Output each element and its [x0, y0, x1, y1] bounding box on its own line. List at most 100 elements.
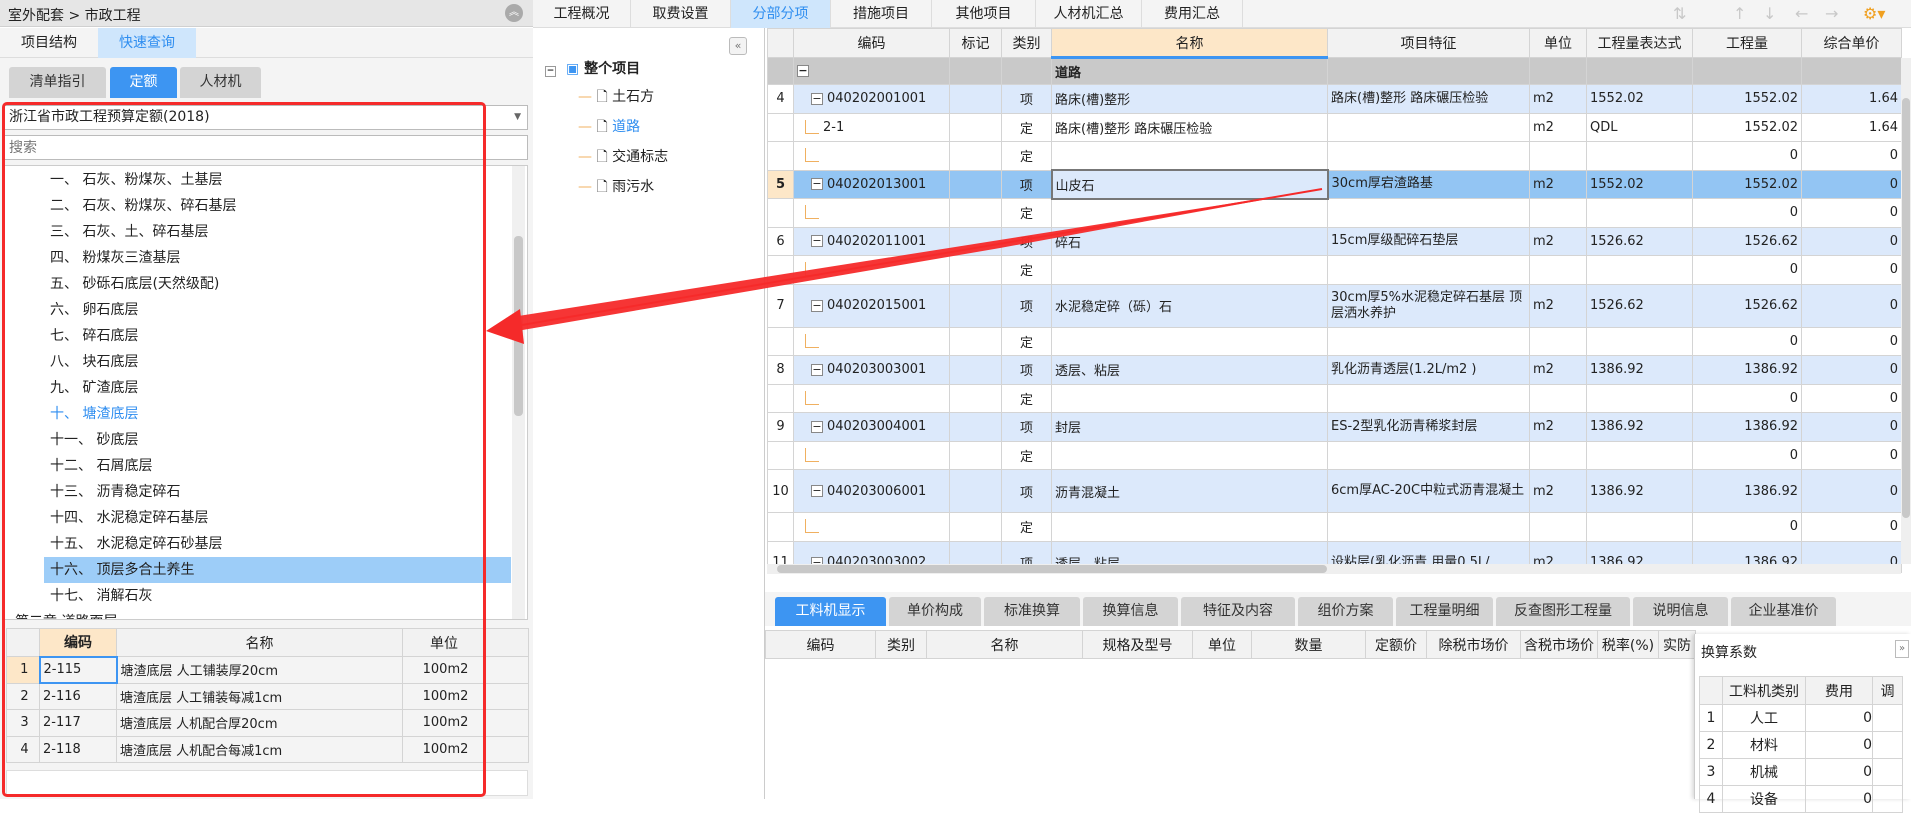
name-cell[interactable]	[1051, 255, 1328, 285]
tree-item[interactable]: 十一、 砂底层	[44, 427, 511, 453]
feature-cell[interactable]	[1327, 57, 1530, 85]
col-header[interactable]	[1699, 676, 1723, 705]
code-cell[interactable]: −040203006001	[793, 469, 950, 513]
category-cell[interactable]: 项	[1001, 412, 1052, 442]
name-cell[interactable]: 沥青混凝土	[1051, 469, 1328, 513]
expression-cell[interactable]: 1386.92	[1586, 412, 1693, 442]
unit-cell[interactable]: m2	[1529, 283, 1587, 328]
adjust-cell[interactable]	[1872, 758, 1903, 786]
unit-price-cell[interactable]: 1.64	[1801, 112, 1902, 142]
quantity-cell[interactable]: 0	[1692, 383, 1802, 413]
unit-cell[interactable]: m2	[1529, 169, 1587, 199]
name-cell[interactable]: 塘渣底层 人工铺装厚20cm	[116, 656, 403, 684]
mark-cell[interactable]	[949, 112, 1002, 142]
expression-cell[interactable]: 1386.92	[1586, 355, 1693, 385]
table-row[interactable]: 8−040203003001 项透层、粘层 乳化沥青透层(1.2L/m2 ) m2 13…	[767, 355, 1902, 385]
quantity-cell[interactable]: 1552.02	[1692, 169, 1802, 199]
nav-tab[interactable]: 措施项目	[831, 0, 932, 28]
name-cell[interactable]: 水泥稳定碎（砾）石	[1051, 283, 1328, 328]
code-cell[interactable]: 2-115	[38, 655, 118, 684]
col-header[interactable]: 类别	[875, 630, 927, 659]
name-cell[interactable]	[1051, 198, 1328, 228]
unit-price-cell[interactable]	[1801, 57, 1902, 85]
expression-cell[interactable]	[1586, 255, 1693, 285]
name-cell[interactable]: 道路	[1051, 57, 1328, 85]
collapse-icon[interactable]: −	[811, 299, 823, 312]
mark-cell[interactable]	[949, 355, 1002, 385]
mark-cell[interactable]	[949, 412, 1002, 442]
tree-item[interactable]: 五、 砂砾石底层(天然级配)	[44, 271, 511, 297]
expression-cell[interactable]	[1586, 440, 1693, 470]
col-header[interactable]: 编码	[793, 28, 950, 58]
detail-tab[interactable]: 换算信息	[1083, 597, 1178, 626]
collapse-up-icon[interactable]: ︽	[505, 4, 523, 22]
feature-cell[interactable]	[1327, 255, 1530, 285]
code-cell[interactable]: −	[793, 57, 950, 85]
tree-item[interactable]: 第二章 道路面层	[9, 609, 476, 619]
expression-cell[interactable]	[1586, 383, 1693, 413]
col-header[interactable]: 数量	[1251, 630, 1366, 659]
expression-cell[interactable]	[1586, 326, 1693, 356]
tree-item[interactable]: 十五、 水泥稳定碎石砂基层	[44, 531, 511, 557]
expression-cell[interactable]: 1552.02	[1586, 84, 1693, 114]
category-cell[interactable]: 定	[1001, 255, 1052, 285]
quantity-cell[interactable]: 0	[1692, 198, 1802, 228]
col-unit[interactable]: 单位	[402, 628, 486, 657]
category-cell[interactable]: 定	[1001, 141, 1052, 171]
unit-cell[interactable]: m2	[1529, 84, 1587, 114]
category-cell[interactable]: 项	[1001, 84, 1052, 114]
name-cell[interactable]	[1051, 326, 1328, 356]
unit-cell[interactable]: m2	[1529, 226, 1587, 256]
table-row[interactable]: 定 00	[767, 383, 1902, 413]
table-row[interactable]: 定 00	[767, 255, 1902, 285]
category-cell[interactable]: 定	[1001, 383, 1052, 413]
nav-tab[interactable]: 取费设置	[631, 0, 731, 28]
name-cell[interactable]	[1051, 512, 1328, 542]
col-header[interactable]: 综合单价	[1801, 28, 1902, 58]
code-cell[interactable]: −040203004001	[793, 412, 950, 442]
name-cell[interactable]: 塘渣底层 人机配合每减1cm	[116, 735, 403, 763]
category-cell[interactable]: 项	[1001, 469, 1052, 513]
unit-cell[interactable]	[1529, 57, 1587, 85]
tree-item[interactable]: 一、 石灰、粉煤灰、土基层	[44, 167, 511, 193]
tree-item[interactable]: 九、 矿渣底层	[44, 375, 511, 401]
table-row[interactable]: 5−040202013001 项山皮石 30cm厚宕渣路基 m2 1552.02 1552…	[767, 169, 1902, 200]
detail-tab[interactable]: 工料机显示	[775, 597, 886, 626]
unit-cell[interactable]: 100m2	[402, 735, 486, 763]
tab-quick-query[interactable]: 快速查询	[98, 28, 196, 58]
group-row[interactable]: − 道路	[767, 57, 1902, 85]
tree-item[interactable]: 四、 粉煤灰三渣基层	[44, 245, 511, 271]
col-header[interactable]: 项目特征	[1327, 28, 1530, 58]
nav-tab[interactable]: 人材机汇总	[1036, 0, 1142, 28]
col-header[interactable]: 编码	[765, 630, 876, 659]
nav-tab[interactable]: 费用汇总	[1142, 0, 1243, 28]
unit-price-cell[interactable]: 0	[1801, 255, 1902, 285]
table-row[interactable]: 定 00	[767, 141, 1902, 171]
code-cell[interactable]: −040203003001	[793, 355, 950, 385]
detail-tab[interactable]: 组价方案	[1298, 597, 1393, 626]
detail-tab[interactable]: 特征及内容	[1181, 597, 1295, 626]
move-down-icon[interactable]: ↓	[1763, 4, 1776, 23]
code-cell[interactable]: −040202013001	[793, 169, 950, 199]
table-row[interactable]: 3 2-117 塘渣底层 人机配合厚20cm 100m2	[6, 709, 529, 737]
tree-root[interactable]: − ▣ 整个项目	[545, 58, 640, 78]
table-row[interactable]: 1 2-115 塘渣底层 人工铺装厚20cm 100m2	[6, 655, 529, 684]
tree-item[interactable]: 二、 石灰、粉煤灰、碎石基层	[44, 193, 511, 219]
code-cell[interactable]	[793, 198, 950, 228]
quantity-cell[interactable]: 0	[1692, 326, 1802, 356]
code-cell[interactable]	[793, 326, 950, 356]
col-header[interactable]	[767, 28, 794, 58]
unit-cell[interactable]: m2	[1529, 355, 1587, 385]
collapse-icon[interactable]: −	[811, 178, 823, 191]
mark-cell[interactable]	[949, 383, 1002, 413]
tree-node[interactable]: — 🗋 交通标志	[578, 146, 668, 170]
name-cell[interactable]	[1051, 440, 1328, 470]
grid-vertical-scrollbar[interactable]	[1901, 58, 1911, 564]
quantity-cell[interactable]: 1526.62	[1692, 226, 1802, 256]
mark-cell[interactable]	[949, 440, 1002, 470]
table-row[interactable]: 10−040203006001 项沥青混凝土 6cm厚AC-20C中粒式沥青混凝土 m…	[767, 469, 1902, 513]
col-header[interactable]: 实防	[1658, 630, 1696, 659]
table-row[interactable]: 9−040203004001 项封层 ES-2型乳化沥青稀浆封层 m2 1386.92 1…	[767, 412, 1902, 442]
expression-cell[interactable]	[1586, 198, 1693, 228]
name-cell[interactable]	[1051, 383, 1328, 413]
